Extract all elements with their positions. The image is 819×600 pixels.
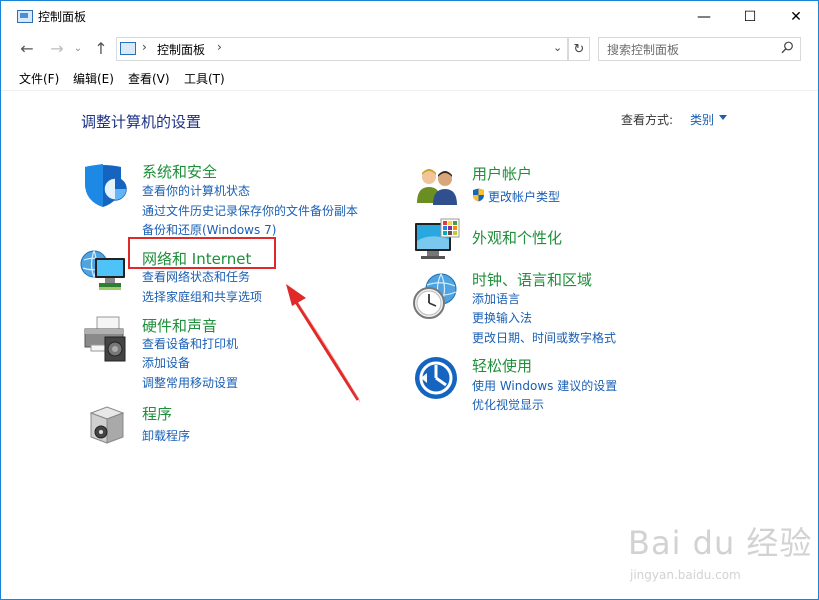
uac-shield-icon — [472, 188, 485, 205]
category-ease-of-access[interactable]: 轻松使用 — [472, 355, 532, 376]
link-add-language[interactable]: 添加语言 — [472, 290, 520, 307]
category-system-security[interactable]: 系统和安全 — [142, 161, 217, 182]
category-clock-language-region[interactable]: 时钟、语言和区域 — [472, 269, 592, 290]
control-panel-icon — [120, 42, 136, 55]
search-placeholder: 搜索控制面板 — [607, 43, 680, 57]
refresh-icon[interactable]: ↻ — [568, 37, 590, 61]
link-change-input-method[interactable]: 更换输入法 — [472, 309, 532, 326]
link-add-device[interactable]: 添加设备 — [142, 354, 190, 371]
close-button[interactable]: ✕ — [773, 1, 818, 32]
menu-edit[interactable]: 编辑(E) — [73, 70, 114, 87]
link-uninstall-program[interactable]: 卸载程序 — [142, 427, 190, 444]
monitor-palette-icon[interactable] — [413, 217, 461, 265]
category-programs[interactable]: 程序 — [142, 403, 172, 424]
shield-icon[interactable] — [81, 161, 129, 209]
menu-file[interactable]: 文件(F) — [19, 70, 59, 87]
category-appearance-personalization[interactable]: 外观和个性化 — [472, 227, 562, 248]
link-homegroup-sharing[interactable]: 选择家庭组和共享选项 — [142, 288, 262, 305]
annotation-highlight-box — [128, 237, 276, 269]
link-backup-restore[interactable]: 备份和还原(Windows 7) — [142, 221, 276, 238]
users-icon[interactable] — [413, 163, 461, 211]
link-file-history-backup[interactable]: 通过文件历史记录保存你的文件备份副本 — [142, 202, 358, 219]
category-user-accounts[interactable]: 用户帐户 — [472, 163, 532, 184]
title-bar[interactable]: 控制面板 — ☐ ✕ — [1, 1, 818, 32]
navigation-bar: ← → ⌄ ↑ › 控制面板 › ⌄ ↻ 搜索控制面板 — [1, 32, 818, 66]
address-dropdown-chevron-icon[interactable]: ⌄ — [553, 41, 562, 54]
back-arrow-icon[interactable]: ← — [17, 38, 37, 58]
link-mobility-settings[interactable]: 调整常用移动设置 — [142, 374, 238, 391]
control-panel-icon — [17, 10, 33, 23]
breadcrumb-control-panel[interactable]: 控制面板 — [157, 41, 205, 58]
search-icon[interactable] — [781, 41, 794, 58]
search-input[interactable]: 搜索控制面板 — [598, 37, 801, 61]
window-title: 控制面板 — [38, 10, 87, 24]
printer-speaker-icon[interactable] — [81, 315, 129, 363]
link-view-network-status[interactable]: 查看网络状态和任务 — [142, 268, 250, 285]
network-globe-icon[interactable] — [79, 246, 127, 294]
link-change-account-type[interactable]: 更改帐户类型 — [488, 188, 560, 205]
view-by-label: 查看方式: — [621, 113, 674, 127]
menu-tools[interactable]: 工具(T) — [184, 70, 225, 87]
clock-globe-icon[interactable] — [411, 271, 459, 319]
page-title: 调整计算机的设置 — [81, 113, 202, 131]
link-date-time-format[interactable]: 更改日期、时间或数字格式 — [472, 329, 616, 346]
view-by-dropdown[interactable]: 类别 — [690, 111, 714, 128]
menu-view[interactable]: 查看(V) — [128, 70, 170, 87]
up-arrow-icon[interactable]: ↑ — [91, 38, 111, 58]
recent-locations-chevron-icon[interactable]: ⌄ — [71, 38, 85, 58]
control-panel-window: 控制面板 — ☐ ✕ ← → ⌄ ↑ › 控制面板 › ⌄ ↻ 搜索控制面板 文… — [0, 0, 819, 600]
minimize-button[interactable]: — — [681, 1, 727, 32]
link-devices-printers[interactable]: 查看设备和打印机 — [142, 335, 238, 352]
link-optimize-visual-display[interactable]: 优化视觉显示 — [472, 396, 544, 413]
link-view-computer-status[interactable]: 查看你的计算机状态 — [142, 182, 250, 199]
link-windows-recommended-settings[interactable]: 使用 Windows 建议的设置 — [472, 377, 617, 394]
forward-arrow-icon[interactable]: → — [47, 38, 67, 58]
address-bar[interactable]: › 控制面板 › ⌄ — [116, 37, 568, 61]
breadcrumb-chevron-icon[interactable]: › — [142, 40, 147, 54]
watermark-url: jingyan.baidu.com — [630, 568, 741, 582]
programs-box-icon[interactable] — [85, 403, 133, 451]
watermark: Bai du 经验 jingyan.baidu.com — [628, 518, 812, 582]
dropdown-caret-icon[interactable] — [719, 115, 727, 120]
maximize-button[interactable]: ☐ — [727, 1, 773, 32]
menu-bar: 文件(F) 编辑(E) 查看(V) 工具(T) — [1, 66, 818, 91]
watermark-brand: Bai du 经验 — [628, 524, 813, 562]
breadcrumb-chevron-icon[interactable]: › — [217, 40, 222, 54]
category-hardware-sound[interactable]: 硬件和声音 — [142, 315, 217, 336]
ease-of-access-icon[interactable] — [413, 355, 461, 403]
